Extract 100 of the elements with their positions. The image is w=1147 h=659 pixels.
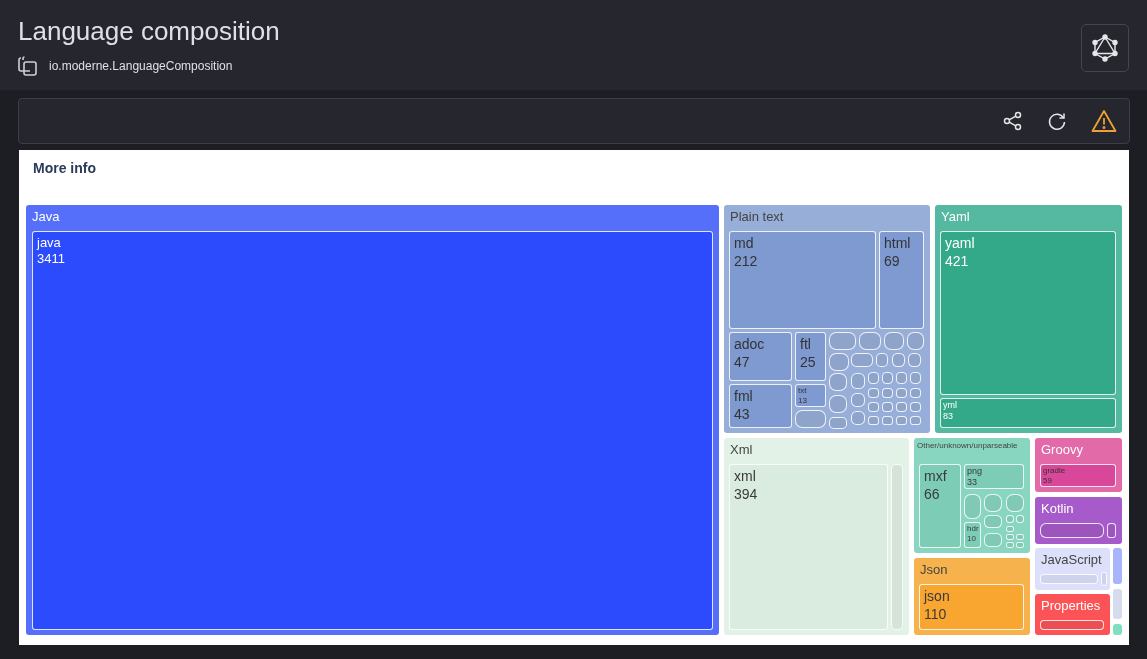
treemap-tile[interactable] [884, 332, 904, 350]
treemap-group[interactable]: Java java 3411 [26, 205, 719, 635]
treemap-tile[interactable] [882, 416, 893, 425]
tile-label: txt [798, 386, 808, 396]
treemap-tile[interactable]: yaml 421 [940, 231, 1116, 395]
tile-value: 83 [943, 411, 954, 423]
tile-label: xml [734, 468, 757, 486]
treemap-tile[interactable] [1006, 534, 1014, 540]
treemap-tile[interactable] [896, 372, 907, 384]
treemap-tile[interactable] [868, 416, 879, 425]
warning-button[interactable] [1091, 109, 1117, 133]
treemap-tile[interactable] [896, 416, 907, 425]
treemap-tile[interactable] [910, 416, 921, 425]
treemap-tile[interactable]: mxf 66 [919, 464, 961, 548]
treemap-tile[interactable] [1040, 574, 1098, 584]
treemap-tile[interactable] [829, 395, 847, 413]
tile-label: ftl [800, 336, 812, 354]
treemap-group[interactable]: Xml xml 394 [724, 438, 909, 635]
group-label: Kotlin [1041, 500, 1074, 518]
treemap-tile[interactable]: ftl 25 [795, 332, 826, 381]
treemap-tile[interactable] [829, 373, 847, 391]
treemap-tile[interactable] [907, 332, 924, 350]
treemap-tile[interactable]: yml 83 [940, 398, 1116, 428]
treemap-group[interactable]: Groovy gradle 59 [1035, 438, 1122, 492]
treemap-tile[interactable] [868, 372, 879, 384]
treemap-tile[interactable]: png 33 [964, 464, 1024, 489]
treemap-tile[interactable] [829, 417, 847, 429]
share-button[interactable] [1003, 111, 1023, 131]
hexagon-triangle-icon [1092, 34, 1118, 62]
treemap-group[interactable]: Plain text md 212 html 69 adoc 47 ftl 25 fml 43 txt 13 [724, 205, 930, 433]
treemap-tile[interactable] [882, 402, 893, 412]
tile-value: 10 [967, 534, 977, 544]
treemap-tile[interactable] [868, 388, 879, 398]
tile-label: fml [734, 388, 754, 406]
treemap-group[interactable]: Yaml yaml 421 yml 83 [935, 205, 1122, 433]
treemap-tile[interactable] [868, 402, 879, 412]
treemap-tile[interactable]: gradle 59 [1040, 464, 1116, 487]
treemap-tile[interactable] [910, 388, 921, 398]
treemap-tile[interactable] [1016, 515, 1024, 523]
treemap-tile[interactable]: txt 13 [795, 384, 826, 407]
treemap-tile[interactable] [1006, 515, 1014, 523]
treemap-group[interactable]: Json json 110 [914, 558, 1030, 635]
tile-value: 394 [734, 485, 759, 503]
tile-value: 421 [945, 252, 970, 270]
treemap-tile[interactable] [896, 402, 907, 412]
treemap-tile[interactable] [859, 332, 881, 350]
treemap-tile[interactable] [829, 353, 849, 371]
treemap-tile[interactable] [1016, 542, 1024, 548]
treemap-tile[interactable] [1113, 624, 1122, 635]
refresh-button[interactable] [1047, 111, 1067, 131]
treemap-tile[interactable] [829, 332, 856, 350]
tile-label: gradle [1043, 466, 1067, 476]
treemap-tile[interactable] [984, 494, 1002, 512]
copy-icon[interactable] [18, 56, 37, 76]
treemap-tile[interactable]: fml 43 [729, 384, 792, 428]
treemap-tile[interactable]: md 212 [729, 231, 876, 329]
treemap-tile[interactable] [1107, 523, 1116, 538]
treemap-tile[interactable] [910, 372, 921, 384]
treemap-tile[interactable] [876, 353, 888, 367]
graphql-button[interactable] [1081, 24, 1129, 72]
treemap-tile[interactable] [896, 388, 907, 398]
treemap-tile[interactable]: json 110 [919, 584, 1024, 630]
group-label: Groovy [1041, 441, 1083, 459]
treemap-tile[interactable] [984, 533, 1002, 547]
treemap-tile[interactable] [882, 372, 893, 384]
treemap-tile[interactable]: adoc 47 [729, 332, 792, 381]
treemap-tile[interactable] [1113, 548, 1122, 584]
treemap-tile[interactable] [964, 494, 981, 519]
treemap-tile[interactable]: xml 394 [729, 464, 888, 630]
group-label: Json [920, 561, 948, 579]
treemap-tile[interactable]: hdr 10 [964, 522, 981, 548]
treemap-tile[interactable] [851, 411, 865, 425]
treemap-tile[interactable]: java 3411 [32, 231, 713, 630]
treemap-tile[interactable] [1040, 523, 1104, 538]
treemap-tile[interactable] [891, 464, 903, 630]
treemap-tile[interactable] [1016, 534, 1024, 540]
treemap-tile[interactable] [1101, 572, 1107, 586]
treemap-tile[interactable] [851, 353, 873, 367]
treemap-tile[interactable] [892, 353, 905, 367]
treemap-tile[interactable] [1040, 620, 1104, 630]
treemap-group[interactable]: Other/unknown/unparseable mxf 66 png 33 hdr 10 [914, 438, 1030, 553]
treemap-tile[interactable] [910, 402, 921, 412]
treemap-tile[interactable] [984, 515, 1002, 528]
tile-value: 47 [734, 353, 751, 371]
tile-value: 3411 [37, 251, 66, 268]
treemap-tile[interactable] [1006, 494, 1024, 512]
treemap-group[interactable]: Properties [1035, 594, 1110, 635]
treemap-tile[interactable] [795, 410, 826, 428]
treemap-group[interactable]: Kotlin [1035, 497, 1122, 544]
treemap-tile[interactable] [851, 373, 865, 389]
treemap-tile[interactable] [908, 353, 921, 367]
tile-value: 212 [734, 252, 759, 270]
group-label: Other/unknown/unparseable [917, 440, 1018, 452]
treemap-tile[interactable] [882, 388, 893, 398]
treemap-tile[interactable] [1006, 542, 1014, 548]
treemap-tile[interactable]: html 69 [879, 231, 924, 329]
treemap-tile[interactable] [1006, 526, 1014, 532]
treemap-tile[interactable] [851, 393, 865, 407]
treemap-group[interactable]: JavaScript [1035, 548, 1110, 590]
treemap-tile[interactable] [1113, 589, 1122, 619]
